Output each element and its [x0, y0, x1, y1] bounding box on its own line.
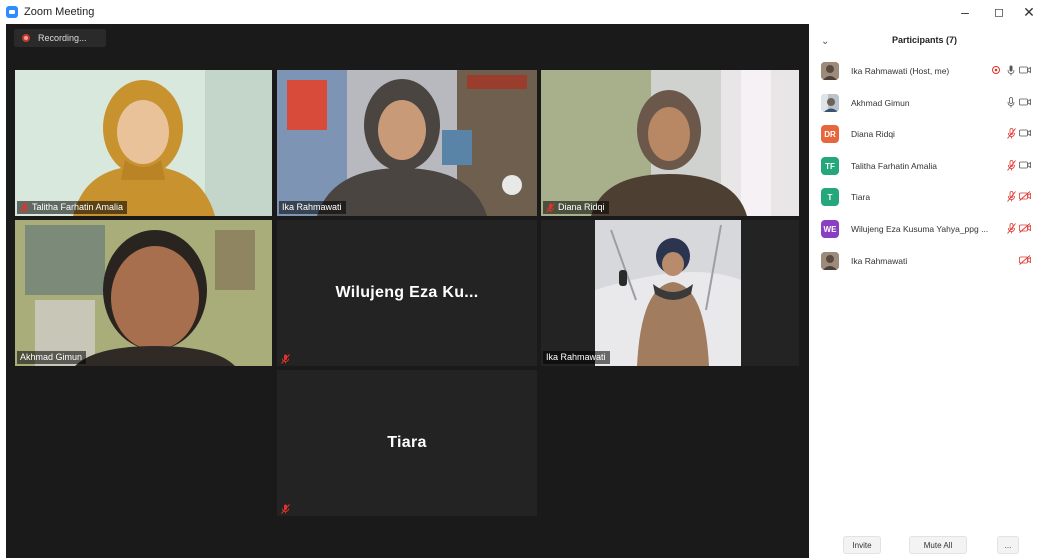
- mic-icon[interactable]: [1007, 97, 1015, 108]
- participant-status: [985, 222, 1040, 236]
- mic-muted-icon[interactable]: [1007, 223, 1016, 234]
- video-tile-ika-active[interactable]: Ika Rahmawati: [277, 70, 537, 216]
- tile-name-label: Diana Ridqi: [543, 201, 609, 214]
- participant-name: Talitha Farhatin Amalia: [851, 161, 937, 171]
- participant-name: Ika Rahmawati: [546, 352, 606, 362]
- mic-icon[interactable]: [1007, 65, 1015, 76]
- close-button[interactable]: ✕: [1014, 2, 1040, 22]
- video-off-icon[interactable]: [1019, 223, 1031, 233]
- more-options-button[interactable]: ...: [997, 536, 1019, 554]
- mic-muted-icon[interactable]: [1007, 191, 1016, 202]
- participant-status: [985, 127, 1040, 141]
- video-off-icon[interactable]: [1019, 191, 1031, 201]
- participant-row[interactable]: WE Wilujeng Eza Kusuma Yahya_ppg ...: [809, 218, 1040, 240]
- invite-button[interactable]: Invite: [843, 536, 881, 554]
- mic-muted-icon: [546, 202, 555, 213]
- avatar: T: [821, 188, 839, 206]
- participant-name: Ika Rahmawati: [851, 256, 908, 266]
- video-feed: [15, 70, 272, 216]
- video-tile-tiara[interactable]: Tiara: [277, 370, 537, 516]
- zoom-logo-icon: [6, 6, 18, 18]
- participants-footer: Invite Mute All ...: [809, 532, 1040, 558]
- video-icon[interactable]: [1019, 128, 1031, 138]
- mic-muted-icon: [281, 351, 290, 364]
- video-feed: [277, 70, 537, 216]
- video-icon[interactable]: [1019, 160, 1031, 170]
- video-tile-talitha[interactable]: Talitha Farhatin Amalia: [15, 70, 272, 216]
- video-tile-wilujeng[interactable]: Wilujeng Eza Ku...: [277, 220, 537, 366]
- participant-row[interactable]: Akhmad Gimun: [809, 92, 1040, 114]
- video-icon[interactable]: [1019, 65, 1031, 75]
- video-gallery: Recording... Talitha Farhatin Amalia Ika…: [6, 24, 809, 558]
- video-tile-akhmad[interactable]: Akhmad Gimun: [15, 220, 272, 366]
- participant-name: Wilujeng Eza Kusuma Yahya_ppg ...: [851, 224, 989, 234]
- participants-title: Participants (7): [891, 35, 958, 45]
- mic-muted-icon[interactable]: [1007, 160, 1016, 171]
- participant-row[interactable]: TF Talitha Farhatin Amalia: [809, 155, 1040, 177]
- participants-panel: ⌄ Participants (7) Ika Rahmawati (Host, …: [809, 24, 1040, 558]
- participants-header: ⌄ Participants (7): [809, 24, 1040, 58]
- mic-muted-icon: [281, 501, 290, 514]
- mic-muted-icon[interactable]: [1007, 128, 1016, 139]
- avatar: [821, 62, 839, 80]
- participant-status: [985, 159, 1040, 173]
- participant-status: [985, 96, 1040, 110]
- participant-name: Akhmad Gimun: [20, 352, 83, 362]
- video-tile-diana[interactable]: Diana Ridqi: [541, 70, 799, 216]
- participant-status: [985, 254, 1040, 268]
- recording-label: Recording...: [38, 33, 87, 43]
- participant-status: [985, 64, 1040, 78]
- participant-name: Talitha Farhatin Amalia: [32, 202, 124, 212]
- participant-name: Ika Rahmawati: [282, 202, 342, 212]
- avatar: WE: [821, 220, 839, 238]
- recording-icon: [22, 34, 30, 42]
- video-feed: [15, 220, 272, 366]
- avatar: DR: [821, 125, 839, 143]
- window-title: Zoom Meeting: [24, 6, 95, 18]
- participant-status: [985, 190, 1040, 204]
- participant-row[interactable]: Ika Rahmawati: [809, 250, 1040, 272]
- participant-name: Tiara: [851, 192, 871, 202]
- title-bar: Zoom Meeting – ◻ ✕: [0, 0, 1040, 24]
- video-icon[interactable]: [1019, 97, 1031, 107]
- minimize-button[interactable]: –: [950, 2, 980, 22]
- maximize-button[interactable]: ◻: [984, 2, 1014, 22]
- tile-name-label: Ika Rahmawati: [279, 201, 346, 214]
- avatar: [821, 94, 839, 112]
- video-off-icon[interactable]: [1019, 255, 1031, 265]
- participant-name: Akhmad Gimun: [851, 98, 910, 108]
- video-feed: [541, 70, 799, 216]
- mic-muted-icon: [20, 202, 29, 213]
- participant-name: Diana Ridqi: [558, 202, 605, 212]
- tile-name-label: Ika Rahmawati: [543, 351, 610, 364]
- recording-indicator[interactable]: Recording...: [14, 29, 106, 47]
- video-feed: [541, 220, 799, 366]
- participant-row[interactable]: DR Diana Ridqi: [809, 123, 1040, 145]
- host-icon: [992, 66, 1000, 74]
- avatar: TF: [821, 157, 839, 175]
- participant-name: Diana Ridqi: [851, 129, 895, 139]
- participant-name: Ika Rahmawati (Host, me): [851, 66, 950, 76]
- participant-row[interactable]: Ika Rahmawati (Host, me): [809, 60, 1040, 82]
- video-tile-ika-second[interactable]: Ika Rahmawati: [541, 220, 799, 366]
- tile-name-label: Talitha Farhatin Amalia: [17, 201, 128, 214]
- tile-name-label: Akhmad Gimun: [17, 351, 87, 364]
- participant-row[interactable]: T Tiara: [809, 186, 1040, 208]
- participant-name-large: Wilujeng Eza Ku...: [335, 284, 479, 301]
- participant-name-large: Tiara: [387, 434, 427, 451]
- avatar: [821, 252, 839, 270]
- mute-all-button[interactable]: Mute All: [909, 536, 967, 554]
